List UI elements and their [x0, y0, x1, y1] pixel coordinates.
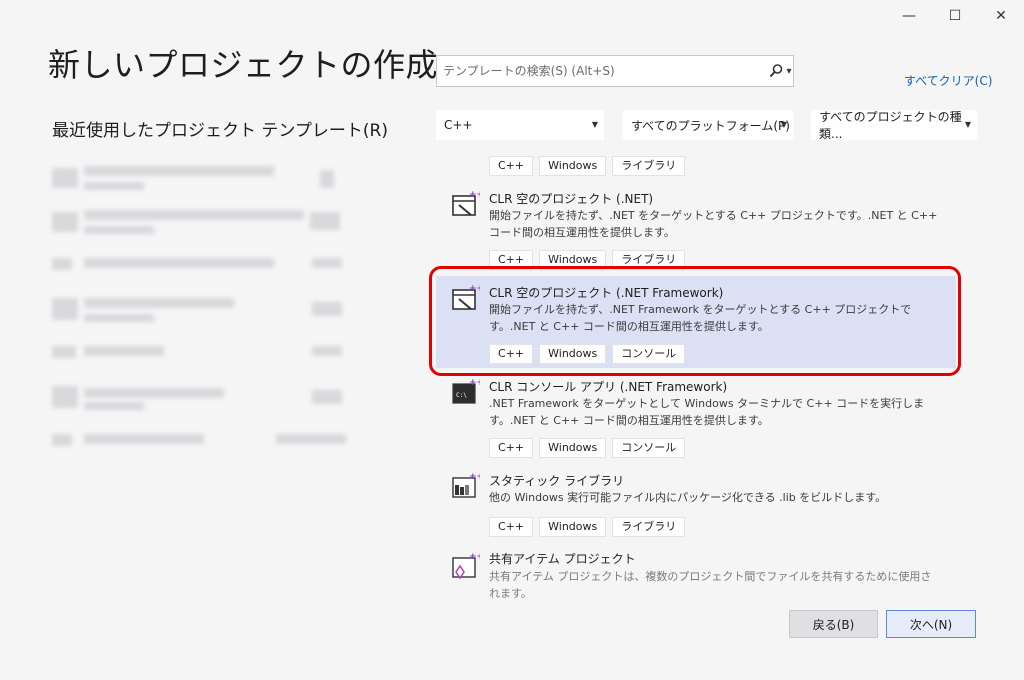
project-type-filter-value: すべてのプロジェクトの種類...: [819, 110, 962, 141]
svg-text:++: ++: [469, 552, 480, 562]
svg-text:C:\: C:\: [456, 392, 467, 399]
tag[interactable]: C++: [489, 438, 534, 458]
platform-filter-value: すべてのプラットフォーム(P): [631, 118, 790, 133]
back-button[interactable]: 戻る(B): [789, 610, 878, 638]
project-type-filter[interactable]: すべてのプロジェクトの種類... ▼: [811, 110, 977, 141]
tag[interactable]: ライブラリ: [612, 517, 686, 537]
recent-template-item[interactable]: [50, 160, 350, 200]
project-description: 開始ファイルを持たず、.NET Framework をターゲットとする C++ …: [489, 303, 912, 333]
tag[interactable]: Windows: [539, 438, 607, 458]
svg-text:++: ++: [469, 284, 480, 294]
language-filter[interactable]: C++ ▼: [436, 110, 604, 140]
page-title: 新しいプロジェクトの作成: [48, 46, 439, 84]
svg-text:++: ++: [469, 190, 480, 200]
tag[interactable]: Windows: [539, 250, 607, 270]
project-template-item[interactable]: ++ CLR 空のプロジェクト (.NET) 開始ファイルを持たず、.NET を…: [436, 182, 956, 270]
clr-empty-project-icon: ++: [450, 282, 484, 312]
tag[interactable]: Windows: [539, 517, 607, 537]
template-search-input[interactable]: [437, 63, 767, 79]
recent-template-item[interactable]: [50, 336, 350, 376]
project-tags: C++ Windows コンソール: [489, 342, 691, 364]
project-description: 開始ファイルを持たず、.NET をターゲットとする C++ プロジェクトです。.…: [489, 209, 938, 239]
recent-template-item[interactable]: [50, 248, 350, 288]
tag[interactable]: Windows: [539, 344, 607, 364]
tag[interactable]: Windows: [539, 156, 607, 176]
recent-templates-heading: 最近使用したプロジェクト テンプレート(R): [52, 121, 388, 141]
svg-text:++: ++: [469, 378, 480, 388]
chevron-down-icon: ▼: [780, 120, 787, 129]
tag[interactable]: コンソール: [612, 438, 686, 458]
tag[interactable]: コンソール: [612, 344, 686, 364]
tag[interactable]: C++: [489, 344, 534, 364]
next-button[interactable]: 次へ(N): [886, 610, 976, 638]
tag[interactable]: C++: [489, 250, 534, 270]
project-name: CLR 空のプロジェクト (.NET Framework): [489, 286, 724, 300]
project-tags: C++ Windows ライブラリ: [489, 515, 691, 537]
project-description: 共有アイテム プロジェクトは、複数のプロジェクト間でファイルを共有するために使用…: [489, 570, 932, 600]
recent-template-item[interactable]: [50, 292, 350, 332]
project-name: CLR コンソール アプリ (.NET Framework): [489, 380, 728, 394]
search-icon[interactable]: ▾: [767, 63, 793, 79]
chevron-down-icon: ▼: [964, 120, 971, 129]
static-library-icon: ++: [450, 470, 484, 500]
project-description: .NET Framework をターゲットとして Windows ターミナルで …: [489, 397, 925, 427]
svg-text:++: ++: [469, 472, 480, 482]
template-search-box[interactable]: ▾: [436, 55, 794, 87]
tag[interactable]: ライブラリ: [612, 156, 686, 176]
tag[interactable]: C++: [489, 517, 534, 537]
project-name: CLR 空のプロジェクト (.NET): [489, 192, 654, 206]
project-template-item[interactable]: ++ 共有アイテム プロジェクト 共有アイテム プロジェクトは、複数のプロジェク…: [436, 544, 956, 600]
recent-template-item[interactable]: [50, 424, 350, 464]
project-description: 他の Windows 実行可能ファイル内にパッケージ化できる .lib をビルド…: [489, 491, 887, 504]
recent-templates-list: [50, 160, 350, 468]
project-tags: C++ Windows ライブラリ: [489, 248, 691, 270]
platform-filter[interactable]: すべてのプラットフォーム(P) ▼: [623, 110, 793, 140]
search-options-chevron-icon[interactable]: ▾: [786, 66, 791, 77]
project-name: 共有アイテム プロジェクト: [489, 552, 636, 566]
project-template-item-selected[interactable]: ++ CLR 空のプロジェクト (.NET Framework) 開始ファイルを…: [436, 276, 956, 368]
project-template-item[interactable]: C:\ ++ CLR コンソール アプリ (.NET Framework) .N…: [436, 370, 956, 458]
project-name: スタティック ライブラリ: [489, 474, 625, 488]
clr-empty-project-icon: ++: [450, 188, 484, 218]
console-app-icon: C:\ ++: [450, 376, 484, 406]
chevron-down-icon: ▼: [591, 120, 598, 129]
maximize-button[interactable]: ☐: [932, 0, 978, 32]
project-tags: C++ Windows コンソール: [489, 436, 691, 458]
recent-template-item[interactable]: [50, 204, 350, 244]
minimize-button[interactable]: —: [886, 0, 932, 32]
project-template-item[interactable]: ++ スタティック ライブラリ 他の Windows 実行可能ファイル内にパッケ…: [436, 464, 956, 542]
language-filter-value: C++: [444, 118, 473, 132]
window-controls: — ☐ ✕: [886, 0, 1024, 34]
clear-all-link[interactable]: すべてクリア(C): [904, 72, 992, 89]
previous-project-tags: C++ Windows ライブラリ: [489, 154, 691, 176]
shared-items-project-icon: ++: [450, 550, 484, 580]
recent-template-item[interactable]: [50, 380, 350, 420]
close-button[interactable]: ✕: [978, 0, 1024, 32]
tag[interactable]: C++: [489, 156, 534, 176]
tag[interactable]: ライブラリ: [612, 250, 686, 270]
